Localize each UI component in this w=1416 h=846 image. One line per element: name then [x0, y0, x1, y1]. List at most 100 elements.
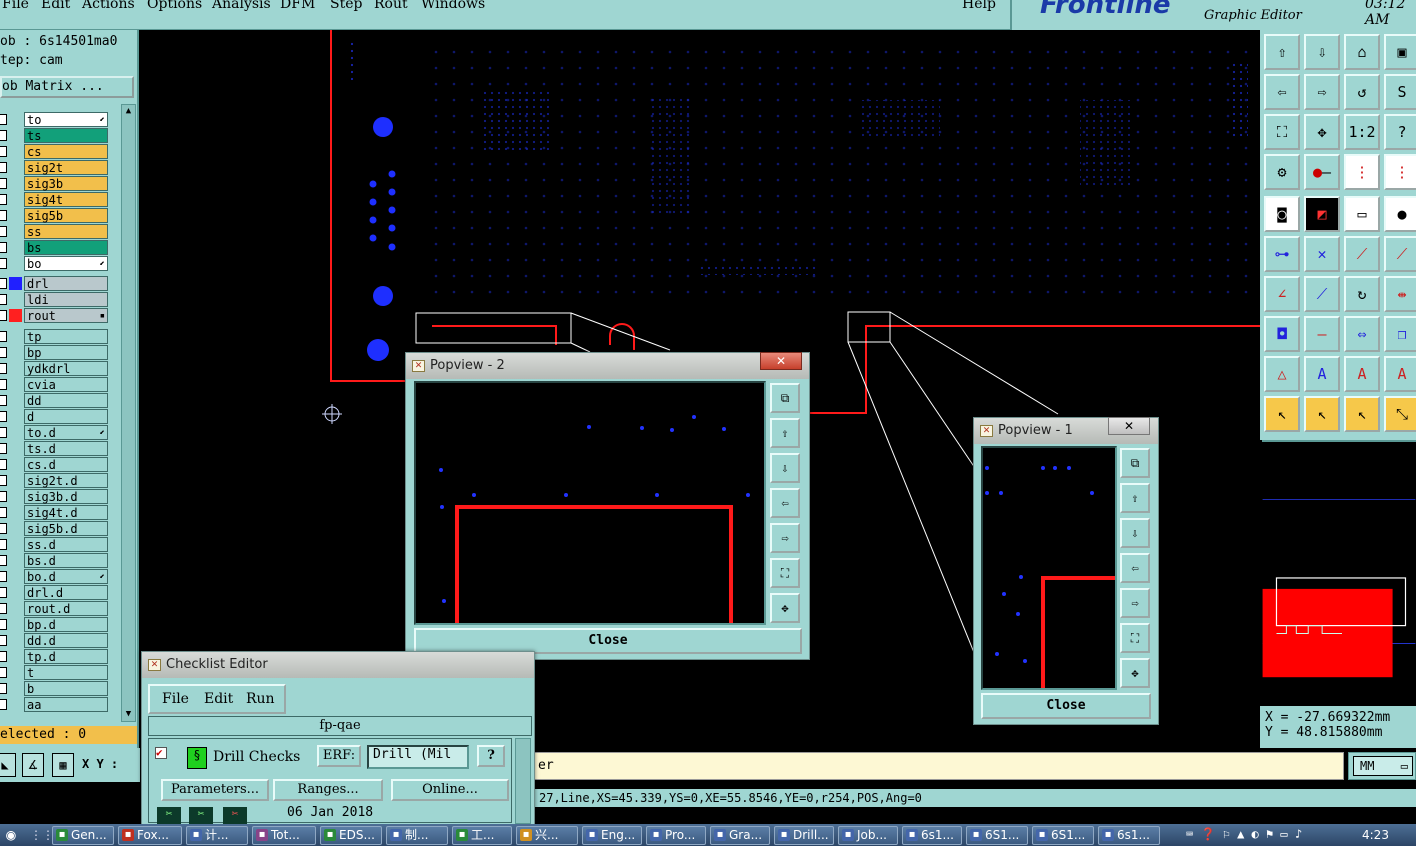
layer-name[interactable]: sig2t.d [24, 473, 108, 488]
layer-name[interactable]: d [24, 409, 108, 424]
layer-row[interactable]: d [0, 409, 118, 424]
layer-checkbox[interactable] [0, 258, 7, 269]
layer-row[interactable]: sig3b.d [0, 489, 118, 504]
layer-name[interactable]: b [24, 681, 108, 696]
layer-name[interactable]: sig3b.d [24, 489, 108, 504]
layer-name[interactable]: sig2t [24, 160, 108, 175]
layer-row[interactable]: dd.d [0, 633, 118, 648]
layer-name[interactable]: aa [24, 697, 108, 712]
layer-checkbox[interactable] [0, 278, 7, 289]
select2-icon[interactable]: ↖ [1304, 396, 1340, 432]
pan-down-icon[interactable]: ⇩ [1120, 518, 1150, 548]
diag-line-icon[interactable]: ⟋ [1304, 276, 1340, 312]
arc-icon[interactable]: ⟋ [1344, 236, 1380, 272]
scroll-up-icon[interactable]: ▲ [123, 106, 134, 117]
taskbar-item[interactable]: ▪ 工... [452, 826, 512, 845]
layer-name[interactable]: sig5b.d [24, 521, 108, 536]
query-icon[interactable]: ? [1384, 114, 1416, 150]
redraw-icon[interactable]: ↺ [1344, 74, 1380, 110]
cross-icon[interactable]: ✕ [1304, 236, 1340, 272]
layer-row[interactable]: sig3b [0, 176, 118, 191]
layer-name[interactable]: rout ▪ [24, 308, 108, 323]
check-enabled-checkbox[interactable]: ✔ [155, 747, 167, 759]
layer-checkbox[interactable] [0, 539, 7, 550]
layer-row[interactable]: to ⬋ [0, 112, 118, 127]
layer-name[interactable]: sig4t [24, 192, 108, 207]
settings-icon[interactable]: ⚙ [1264, 154, 1300, 190]
taskbar-item[interactable]: ▪ EDS... [320, 826, 382, 845]
zoom-out-icon[interactable]: ✥ [770, 593, 800, 623]
pan-left-icon[interactable]: ⇦ [1264, 74, 1300, 110]
layer-name[interactable]: bs.d [24, 553, 108, 568]
layer-checkbox[interactable] [0, 651, 7, 662]
layer-name[interactable]: cs.d [24, 457, 108, 472]
layer-checkbox[interactable] [0, 242, 7, 253]
layer-checkbox[interactable] [0, 226, 7, 237]
mirror-icon[interactable]: ⇹ [1384, 276, 1416, 312]
layer-name[interactable]: tp [24, 329, 108, 344]
ranges-button[interactable]: Ranges... [273, 779, 383, 801]
layer-name[interactable]: t [24, 665, 108, 680]
layer-checkbox[interactable] [0, 603, 7, 614]
copy-icon[interactable]: ❐ [1384, 316, 1416, 352]
select3-icon[interactable]: ↖ [1344, 396, 1380, 432]
layer-checkbox[interactable] [0, 571, 7, 582]
checklist-titlebar[interactable]: ✕ Checklist Editor [142, 652, 534, 678]
popview-2-canvas[interactable] [414, 381, 766, 625]
select4-icon[interactable]: ⤡ [1384, 396, 1416, 432]
pan-down-icon[interactable]: ⇩ [1304, 34, 1340, 70]
layer-name[interactable]: cs [24, 144, 108, 159]
scale-icon[interactable]: 1:2 [1344, 114, 1380, 150]
taskbar-item[interactable]: ▪ Pro... [646, 826, 706, 845]
online-button[interactable]: Online... [391, 779, 509, 801]
layer-row[interactable]: ldi [0, 292, 118, 307]
erf-button[interactable]: ERF: [317, 745, 361, 767]
layer-name[interactable]: ts.d [24, 441, 108, 456]
layer-name[interactable]: sig5b [24, 208, 108, 223]
menu-windows[interactable]: Windows [421, 0, 485, 12]
layer-name[interactable]: rout.d [24, 601, 108, 616]
layer-name[interactable]: to.d ⬋ [24, 425, 108, 440]
layer-name[interactable]: to ⬋ [24, 112, 108, 127]
connect-icon[interactable]: ⊶ [1264, 236, 1300, 272]
layer-row[interactable]: ts.d [0, 441, 118, 456]
layer-name[interactable]: ldi [24, 292, 108, 307]
layer-row[interactable]: sig2t [0, 160, 118, 175]
layer-name[interactable]: tp.d [24, 649, 108, 664]
layer-name[interactable]: ss.d [24, 537, 108, 552]
popview-1-close-button[interactable]: Close [981, 693, 1151, 719]
layer-row[interactable]: bs.d [0, 553, 118, 568]
pan-left-icon[interactable]: ⇦ [770, 488, 800, 518]
layer-scrollbar[interactable]: ▲ ▼ [121, 104, 136, 722]
snap-pad-icon[interactable]: ◘ [1264, 316, 1300, 352]
circle-icon[interactable]: ● [1384, 196, 1416, 232]
zoom-window-icon[interactable]: ▣ [1384, 34, 1416, 70]
pan-left-icon[interactable]: ⇦ [1120, 553, 1150, 583]
layer-checkbox[interactable] [0, 331, 7, 342]
net-icon[interactable]: ⋮ [1344, 154, 1380, 190]
layer-row[interactable]: sig4t.d [0, 505, 118, 520]
hline-icon[interactable]: — [1304, 316, 1340, 352]
layer-row[interactable]: sig5b.d [0, 521, 118, 536]
layer-name[interactable]: sig3b [24, 176, 108, 191]
tray-icons[interactable]: ⌨ ❓ ⚐ ▲ ◐ ⚑ ▭ ♪ [1186, 827, 1302, 841]
pan-up-icon[interactable]: ⇧ [770, 418, 800, 448]
layer-name[interactable]: sig4t.d [24, 505, 108, 520]
layer-checkbox[interactable] [0, 667, 7, 678]
layer-row[interactable]: drl [0, 276, 118, 291]
text-a2-icon[interactable]: A [1344, 356, 1380, 392]
layer-row[interactable]: ss [0, 224, 118, 239]
checklist-menu-file[interactable]: File [162, 691, 189, 707]
layer-checkbox[interactable] [0, 379, 7, 390]
taskbar-item[interactable]: ▪ 兴... [516, 826, 578, 845]
layer-checkbox[interactable] [0, 114, 7, 125]
layer-row[interactable]: t [0, 665, 118, 680]
pad-icon[interactable]: ◙ [1264, 196, 1300, 232]
parameters-button[interactable]: Parameters... [161, 779, 269, 801]
angle-icon[interactable]: ∠ [1264, 276, 1300, 312]
layer-name[interactable]: dd [24, 393, 108, 408]
layer-row[interactable]: bp.d [0, 617, 118, 632]
taskbar-item[interactable]: ▪ Job... [838, 826, 898, 845]
layer-row[interactable]: bs [0, 240, 118, 255]
taskbar-item[interactable]: ▪ 6S1... [1032, 826, 1094, 845]
